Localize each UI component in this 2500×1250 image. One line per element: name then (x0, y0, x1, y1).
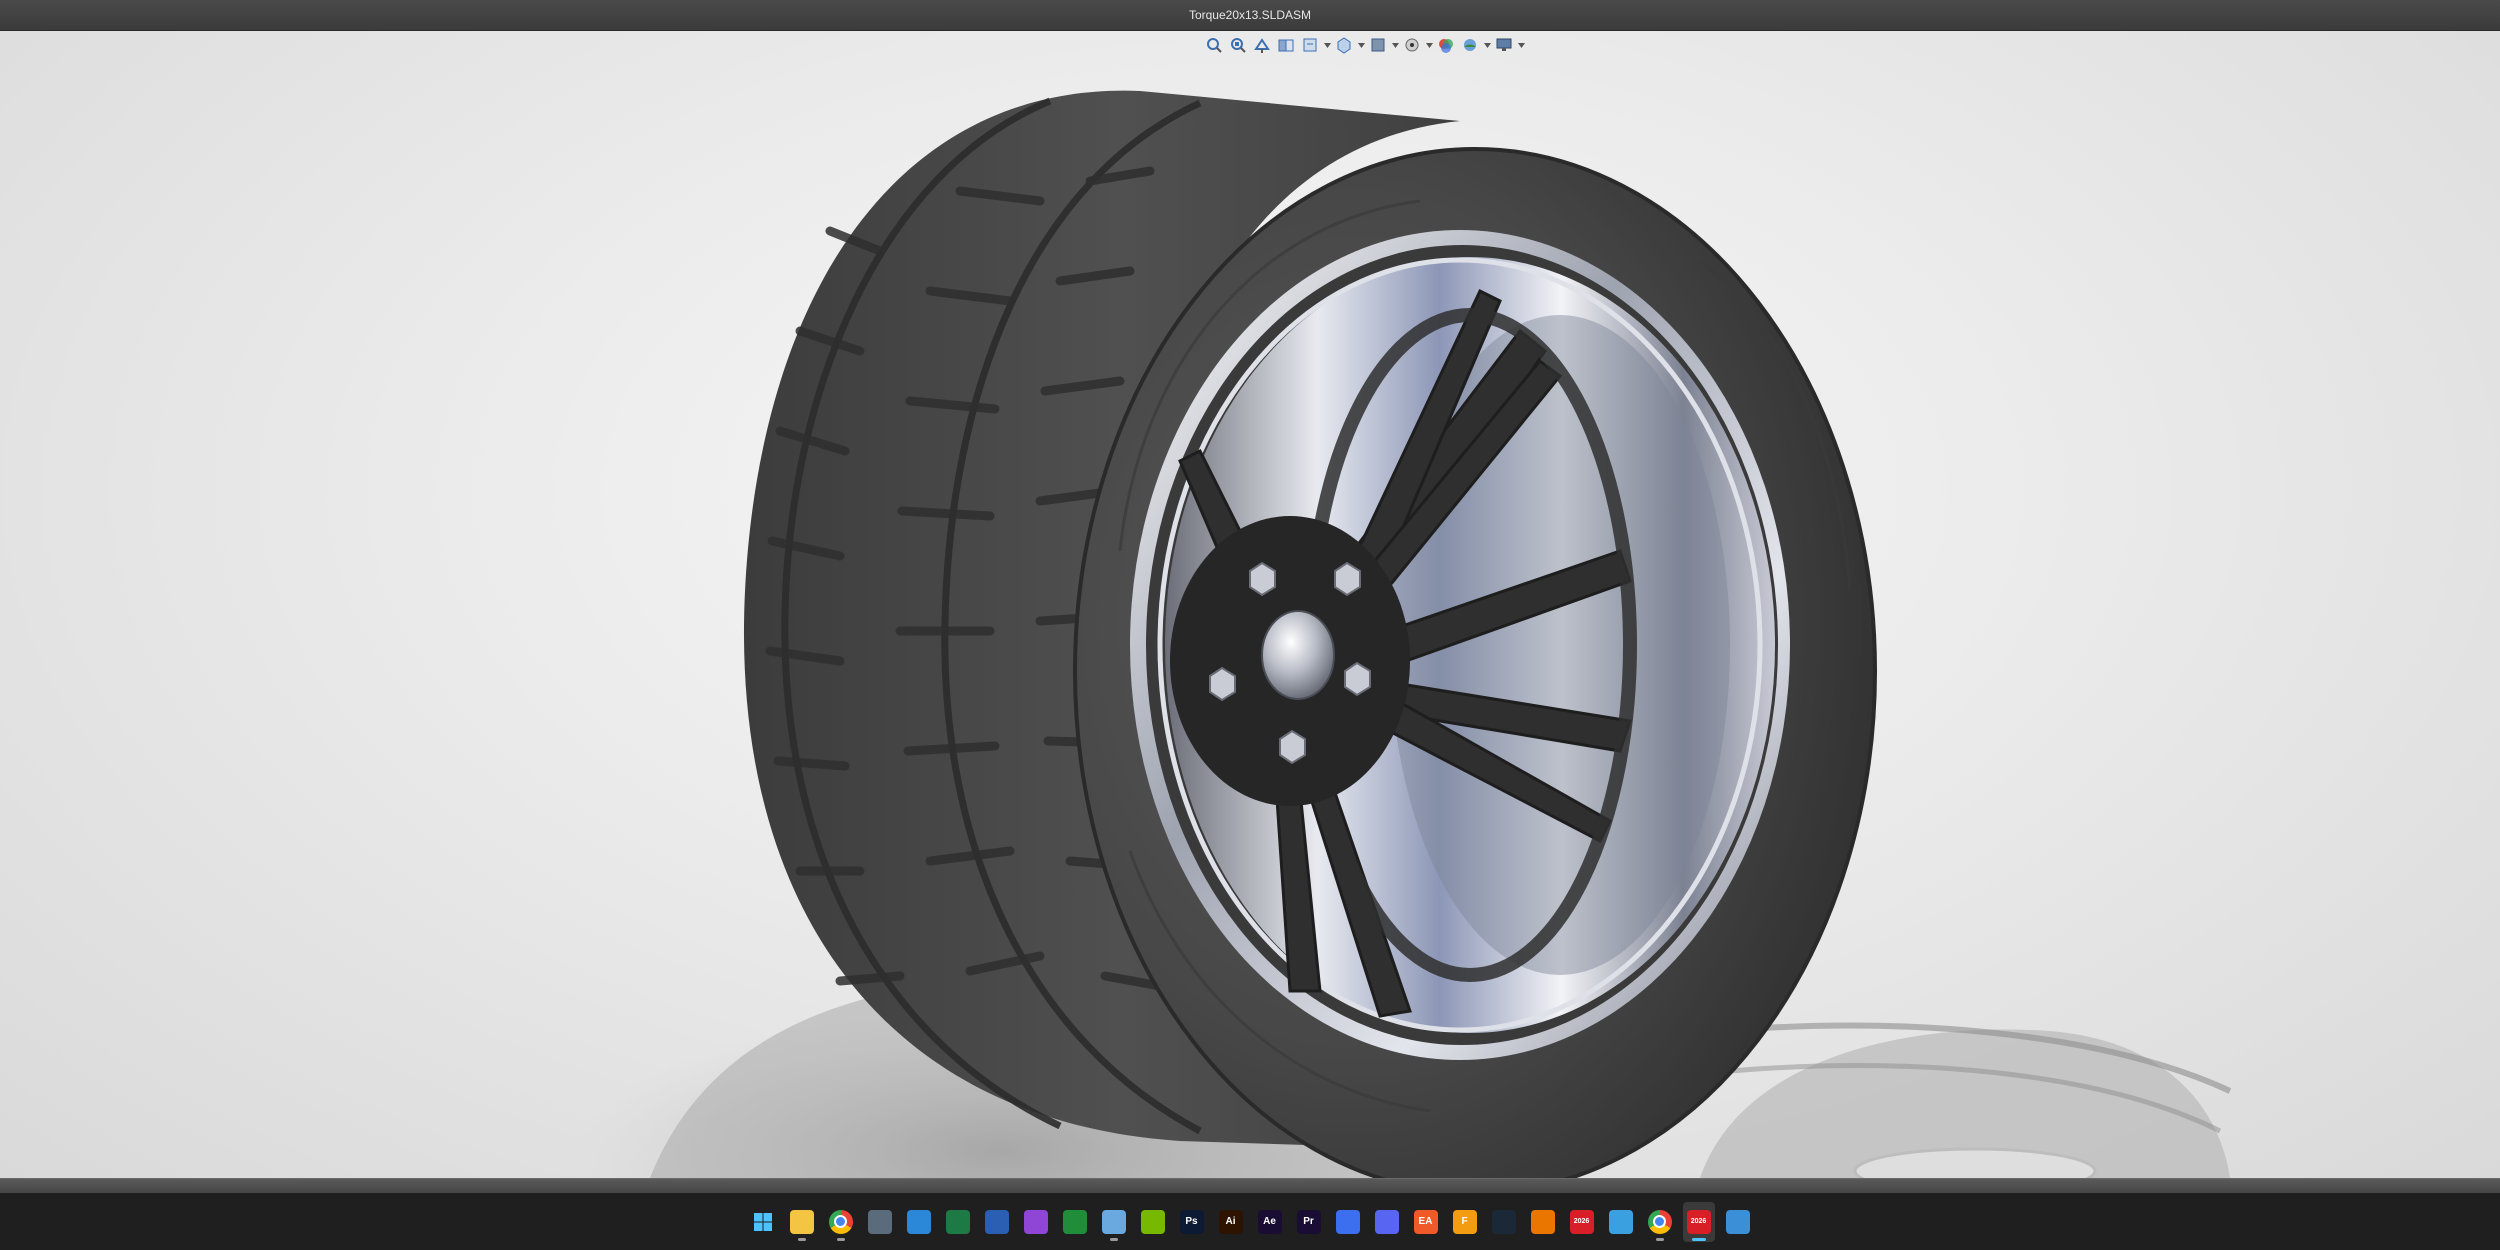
steam-icon[interactable] (1488, 1202, 1520, 1242)
zoom-to-area-icon[interactable] (1227, 34, 1249, 56)
running-indicator (836, 1237, 845, 1241)
blender-icon-glyph (1530, 1209, 1555, 1234)
illustrator-icon-label: Ai (1225, 1215, 1236, 1227)
solidworks-2026-running-icon[interactable]: 2026 (1682, 1201, 1715, 1242)
solidworks-2026-running-icon-glyph: 2026 (1686, 1209, 1711, 1234)
xbox-icon[interactable] (1059, 1202, 1091, 1242)
chrome-icon[interactable] (825, 1202, 857, 1242)
dynamic-annotation-views-icon[interactable] (1299, 34, 1321, 56)
photoshop-icon-glyph: Ps (1179, 1209, 1204, 1234)
running-indicator (1691, 1237, 1706, 1241)
apply-scene-icon[interactable] (1459, 34, 1481, 56)
notes-icon[interactable] (1722, 1202, 1754, 1242)
discord-icon[interactable] (1371, 1202, 1403, 1242)
graphics-viewport[interactable] (0, 31, 2500, 1178)
illustrator-icon[interactable]: Ai (1215, 1202, 1247, 1242)
after-effects-icon-glyph: Ae (1257, 1209, 1282, 1234)
solidworks-2026-running-icon-label: 2026 (1690, 1218, 1707, 1225)
photoshop-icon[interactable]: Ps (1176, 1202, 1208, 1242)
fusion-icon-glyph: F (1452, 1209, 1477, 1234)
3d-viewer-icon[interactable] (1605, 1202, 1637, 1242)
edit-appearance-icon[interactable] (1435, 34, 1457, 56)
photoshop-icon-label: Ps (1185, 1215, 1198, 1227)
running-indicator (1109, 1237, 1118, 1241)
nvidia-icon-glyph (1140, 1209, 1165, 1234)
discord-icon-glyph (1374, 1209, 1399, 1234)
ea-app-icon-glyph: EA (1413, 1209, 1438, 1234)
premiere-icon-glyph: Pr (1296, 1209, 1321, 1234)
chevron-down-icon[interactable] (1483, 34, 1491, 56)
blender-icon[interactable] (1527, 1202, 1559, 1242)
excel-icon-glyph (945, 1209, 970, 1234)
solidworks-2026-icon-glyph: 2026 (1569, 1209, 1594, 1234)
heads-up-view-toolbar (1203, 32, 1525, 58)
illustrator-icon-glyph: Ai (1218, 1209, 1243, 1234)
notepad-icon[interactable] (1098, 1202, 1130, 1242)
windows-start-icon-glyph (751, 1210, 775, 1234)
solidworks-2026-icon-label: 2026 (1573, 1218, 1590, 1225)
chevron-down-icon[interactable] (1517, 34, 1525, 56)
3d-viewer-icon-glyph (1608, 1209, 1633, 1234)
chevron-down-icon[interactable] (1425, 34, 1433, 56)
messenger-icon-glyph (1335, 1209, 1360, 1234)
excel-icon[interactable] (942, 1202, 974, 1242)
after-effects-icon[interactable]: Ae (1254, 1202, 1286, 1242)
file-explorer-icon-glyph (789, 1209, 814, 1234)
screen-capture-icon-glyph (1023, 1209, 1048, 1234)
premiere-icon-label: Pr (1303, 1215, 1314, 1227)
after-effects-icon-label: Ae (1263, 1215, 1276, 1227)
notes-icon-glyph (1725, 1209, 1750, 1234)
file-explorer-icon[interactable] (786, 1202, 818, 1242)
word-icon-glyph (984, 1209, 1009, 1234)
previous-view-icon[interactable] (1251, 34, 1273, 56)
store-icon[interactable] (903, 1202, 935, 1242)
window-title: Torque20x13.SLDASM (1188, 8, 1312, 22)
steam-icon-glyph (1491, 1209, 1516, 1234)
windows-taskbar: Ps Ai Ae Pr EA F 2026 2026 (0, 1193, 2500, 1250)
nvidia-icon[interactable] (1137, 1202, 1169, 1242)
windows-start-icon[interactable] (747, 1202, 779, 1242)
premiere-icon[interactable]: Pr (1293, 1202, 1325, 1242)
solidworks-2026-icon[interactable]: 2026 (1566, 1202, 1598, 1242)
fusion-icon-label: F (1461, 1215, 1468, 1227)
ea-app-icon-label: EA (1418, 1215, 1433, 1227)
calculator-icon[interactable] (864, 1202, 896, 1242)
view-orientation-icon[interactable] (1333, 34, 1355, 56)
wheel-model-render[interactable] (0, 31, 2500, 1178)
screen-capture-icon[interactable] (1020, 1202, 1052, 1242)
hide-show-items-icon[interactable] (1401, 34, 1423, 56)
chevron-down-icon[interactable] (1323, 34, 1331, 56)
store-icon-glyph (906, 1209, 931, 1234)
messenger-icon[interactable] (1332, 1202, 1364, 1242)
notepad-icon-glyph (1101, 1209, 1126, 1234)
section-view-icon[interactable] (1275, 34, 1297, 56)
zoom-to-fit-icon[interactable] (1203, 34, 1225, 56)
word-icon[interactable] (981, 1202, 1013, 1242)
calculator-icon-glyph (867, 1209, 892, 1234)
chrome-profile-icon-glyph (1647, 1209, 1672, 1234)
running-indicator (1655, 1237, 1664, 1241)
chrome-profile-icon[interactable] (1644, 1202, 1676, 1242)
chevron-down-icon[interactable] (1357, 34, 1365, 56)
fusion-icon[interactable]: F (1449, 1202, 1481, 1242)
status-bar (0, 1178, 2500, 1194)
display-style-icon[interactable] (1367, 34, 1389, 56)
chrome-icon-glyph (828, 1209, 853, 1234)
title-bar: Torque20x13.SLDASM (0, 0, 2500, 31)
taskbar-icons: Ps Ai Ae Pr EA F 2026 2026 (747, 1201, 1754, 1242)
running-indicator (797, 1237, 806, 1241)
ea-app-icon[interactable]: EA (1410, 1202, 1442, 1242)
xbox-icon-glyph (1062, 1209, 1087, 1234)
view-settings-icon[interactable] (1493, 34, 1515, 56)
chevron-down-icon[interactable] (1391, 34, 1399, 56)
